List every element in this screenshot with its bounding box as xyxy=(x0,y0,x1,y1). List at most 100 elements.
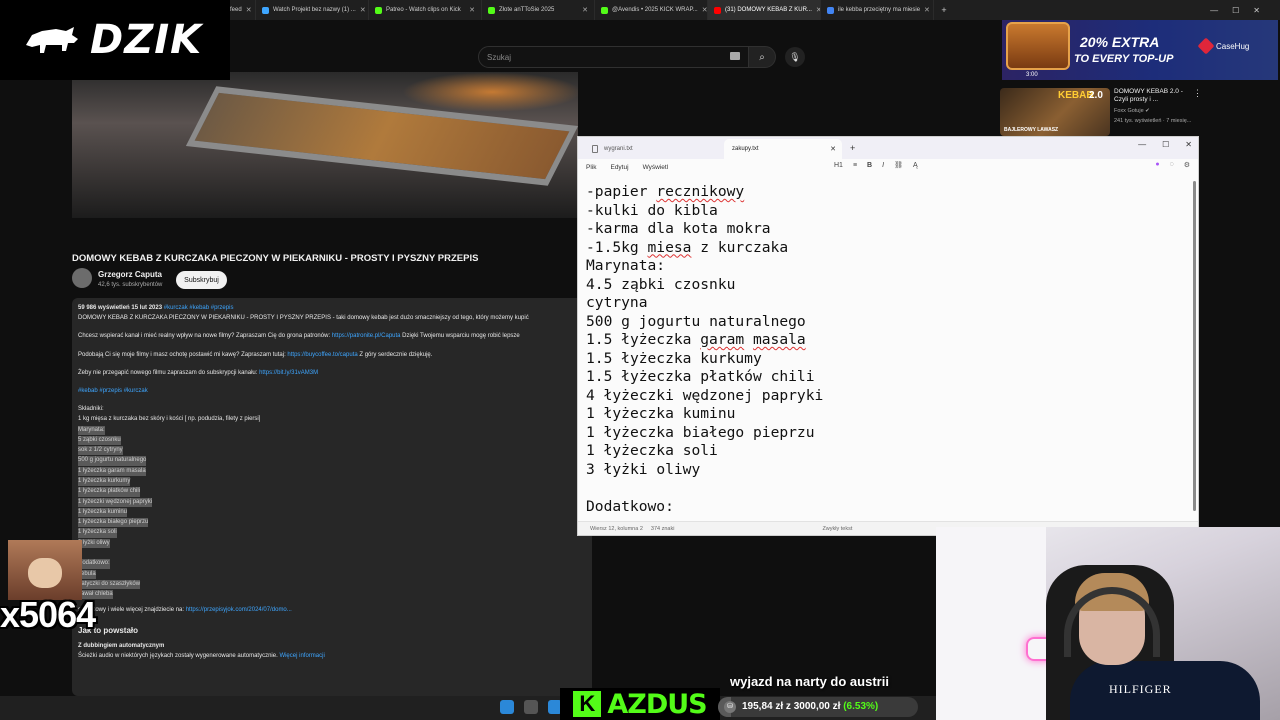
close-tab-icon[interactable]: ✕ xyxy=(469,6,475,14)
text-line: -karma dla kota mokra xyxy=(586,220,771,237)
tab-label: zakupy.txt xyxy=(732,146,759,152)
channel-avatar[interactable] xyxy=(72,268,92,288)
close-tab-icon[interactable]: ✕ xyxy=(246,6,252,14)
ingredient-line: 1 łyżeczki wędzonej papryki xyxy=(78,497,153,507)
goal-icon: ⛁ xyxy=(724,701,736,713)
browser-window-controls: — ☐ ✕ xyxy=(1210,6,1280,15)
buycoffee-link[interactable]: https://buycoffee.to/caputa xyxy=(287,352,357,358)
text-line: cytryna xyxy=(586,294,648,311)
taskbar-icons xyxy=(500,700,562,714)
maximize-button[interactable]: ☐ xyxy=(1232,6,1239,15)
clear-format-icon[interactable]: Ą xyxy=(913,162,918,169)
patronite-link[interactable]: https://patronite.pl/Caputa xyxy=(332,333,401,339)
maximize-button[interactable]: ☐ xyxy=(1162,140,1169,149)
taskbar-search-icon[interactable] xyxy=(524,700,538,714)
goal-current: 195,84 zł xyxy=(742,701,784,712)
close-tab-icon[interactable]: ✕ xyxy=(582,6,588,14)
patron-text: Chcesz wspierać kanał i mieć realny wpły… xyxy=(78,333,332,340)
menu-edit[interactable]: Edytuj xyxy=(610,164,628,171)
text-line: 3 łyżki oliwy xyxy=(586,460,701,478)
keyboard-icon[interactable] xyxy=(730,52,740,60)
video-description: 59 986 wyświetleń 15 lut 2023 #kurczak #… xyxy=(72,298,592,696)
close-tab-icon[interactable]: ✕ xyxy=(830,145,836,153)
boar-icon xyxy=(26,27,78,53)
ingredient-line: Dodatkowo: xyxy=(78,559,110,569)
dzik-logo: DZIK xyxy=(0,0,230,80)
browser-tab[interactable]: ile kebba przeciętny ma miesie ✕ xyxy=(821,0,934,20)
search-icon: ⌕ xyxy=(759,51,765,63)
settings-icon[interactable]: ⚙ xyxy=(1184,161,1190,169)
account-icon[interactable]: ◌ xyxy=(1170,161,1174,169)
description-intro: DOMOWY KEBAB Z KURCZAKA PIECZONY W PIEKA… xyxy=(78,315,529,322)
ingredient-line: 5 ząbki czosnku xyxy=(78,435,121,446)
notepad-window[interactable]: wygrani.txt zakupy.txt ✕ + — ☐ ✕ Plik Edy… xyxy=(577,136,1199,536)
notepad-tab-bar: wygrani.txt zakupy.txt ✕ + — ☐ ✕ xyxy=(578,137,1198,159)
menu-view[interactable]: Wyświetl xyxy=(643,164,669,171)
subscribe-link[interactable]: https://bit.ly/31vAM3M xyxy=(259,370,318,376)
dub-text: Ścieżki audio w niektórych językach zost… xyxy=(78,653,280,660)
coffee-text: Podobają Ci się moje filmy i masz ochotę… xyxy=(78,351,288,358)
tab-title: Patreo - Watch clips on Kick xyxy=(386,7,461,13)
text-line: 4.5 ząbki czosnku xyxy=(586,275,736,293)
link-icon[interactable]: ⛓ xyxy=(894,161,903,169)
browser-tab[interactable]: Złote anTToSie 2025 ✕ xyxy=(482,0,595,20)
browser-tab[interactable]: Watch Projekt bez nazwy (1) ... ✕ xyxy=(256,0,369,20)
heading-select[interactable]: H1 xyxy=(834,162,843,169)
text-line: 1.5 łyżeczka garam masala xyxy=(586,331,806,348)
ingredient-line: patyczki do szaszłyków xyxy=(78,579,141,590)
ad-subline: TO EVERY TOP-UP xyxy=(1074,53,1174,65)
tab-favicon xyxy=(262,6,269,14)
webcam-wall xyxy=(936,527,1046,720)
windows-start-icon[interactable] xyxy=(500,700,514,714)
browser-tab[interactable]: Patreo - Watch clips on Kick ✕ xyxy=(369,0,482,20)
channel-name[interactable]: Grzegorz Caputa xyxy=(98,270,162,279)
voice-search-button[interactable]: 🎙 xyxy=(785,47,805,67)
italic-icon[interactable]: I xyxy=(882,162,884,169)
char-count: 374 znaki xyxy=(650,525,675,532)
bold-icon[interactable]: B xyxy=(867,162,872,169)
notepad-scrollbar[interactable] xyxy=(1193,181,1196,511)
more-info-link[interactable]: Więcej informacji xyxy=(279,653,324,659)
more-options-icon[interactable]: ⋮ xyxy=(1193,88,1202,99)
notepad-text-area[interactable]: -papier recznikowy -kulki do kibla -karma … xyxy=(578,177,1196,523)
sub-count-overlay: x5064 xyxy=(0,594,96,635)
subscribe-button[interactable]: Subskrybuj xyxy=(176,271,227,289)
shirt-brand: HILFIGER xyxy=(1109,682,1172,696)
video-player[interactable] xyxy=(72,72,578,218)
close-tab-icon[interactable]: ✕ xyxy=(702,6,707,14)
notepad-tab-zakupy[interactable]: zakupy.txt ✕ xyxy=(724,139,842,159)
browser-tab[interactable]: (31) DOMOWY KEBAB Z KUR...✕ xyxy=(708,0,821,20)
close-tab-icon[interactable]: ✕ xyxy=(924,6,930,14)
new-tab-button[interactable]: + xyxy=(934,5,954,15)
notepad-tab-wygrani[interactable]: wygrani.txt xyxy=(584,139,724,159)
recommended-video-title[interactable]: DOMOWY KEBAB 2.0 - Czyli prosty i ... xyxy=(1114,88,1194,105)
search-button[interactable]: ⌕ xyxy=(748,46,776,68)
hashtags-top[interactable]: #kurczak #kebab #przepis xyxy=(164,305,234,311)
cursor-position: Wiersz 12, kolumna 2 xyxy=(590,525,643,532)
minimize-button[interactable]: — xyxy=(1138,140,1146,149)
new-tab-button[interactable]: + xyxy=(842,143,863,153)
ingredient-line: 1 łyżeczka garam masala xyxy=(78,466,146,476)
hashtags-bottom[interactable]: #kebab #przepis #kurczak xyxy=(78,388,148,394)
close-tab-icon[interactable]: ✕ xyxy=(360,6,366,14)
text-line: Marynata: xyxy=(586,257,666,274)
browser-tab[interactable]: @Avendis • 2025 KICK WRAP... ✕ xyxy=(595,0,708,20)
text-line: 4 łyżeczki wędzonej papryki xyxy=(586,386,824,404)
tab-title: @Avendis • 2025 KICK WRAP... xyxy=(612,7,698,13)
goal-text: 195,84 zł z 3000,00 zł (6.53%) xyxy=(742,701,878,712)
close-button[interactable]: ✕ xyxy=(1185,140,1192,149)
minimize-button[interactable]: — xyxy=(1210,6,1218,15)
copilot-icon[interactable]: ● xyxy=(1155,161,1159,169)
text-line: Dodatkowo: xyxy=(586,497,674,515)
recipe-link[interactable]: https://przepisyjok.com/2024/07/domo... xyxy=(186,607,292,613)
ingredient-line: 2 łyżki oliwy xyxy=(78,538,110,549)
stream-goal-title: wyjazd na narty do austrii xyxy=(730,674,889,689)
close-button[interactable]: ✕ xyxy=(1253,6,1260,15)
menu-file[interactable]: Plik xyxy=(586,164,596,171)
search-input[interactable]: Szukaj xyxy=(478,46,750,68)
recommended-video-channel[interactable]: Foxx Gotuje ✔ xyxy=(1114,108,1150,114)
ingredient-line: 1 łyżeczka płatków chili xyxy=(78,487,141,497)
casehug-ad[interactable]: 3:00 20% EXTRA TO EVERY TOP-UP CaseHug xyxy=(1002,20,1278,80)
recommended-video-thumbnail[interactable]: KEBAB 2.0 BAJLEROWY LAWASZ xyxy=(1000,88,1110,136)
list-icon[interactable]: ≡ xyxy=(853,162,857,169)
